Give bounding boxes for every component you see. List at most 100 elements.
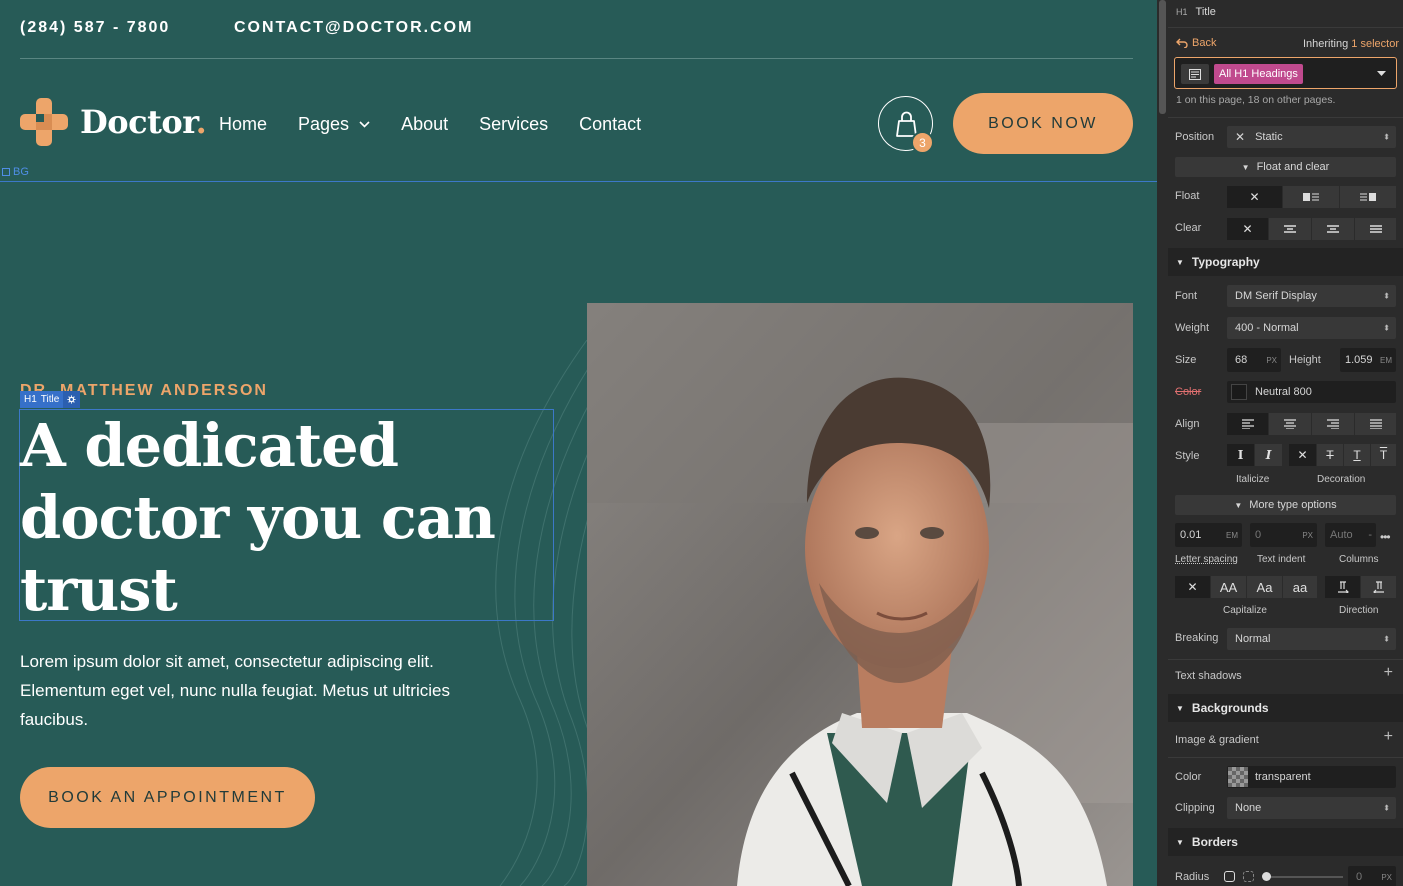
- nav-contact[interactable]: Contact: [579, 114, 641, 135]
- overline-icon: T: [1379, 448, 1388, 462]
- selector-type-icon[interactable]: [1181, 64, 1209, 84]
- lowercase-button[interactable]: aa: [1283, 576, 1317, 598]
- float-right-icon: [1360, 193, 1376, 201]
- breaking-select[interactable]: Normal ⬍: [1227, 628, 1396, 650]
- add-text-shadow-plus-icon[interactable]: +: [1384, 664, 1393, 682]
- columns-label: Columns: [1339, 554, 1379, 565]
- more-options-icon[interactable]: •••: [1380, 530, 1391, 544]
- background-color-field[interactable]: transparent: [1227, 766, 1396, 788]
- float-left-button[interactable]: [1283, 186, 1339, 208]
- borders-section-header[interactable]: ▼ Borders: [1168, 828, 1403, 856]
- align-right-button[interactable]: [1312, 413, 1354, 435]
- float-clear-toggle[interactable]: ▼ Float and clear: [1175, 157, 1396, 177]
- overline-button[interactable]: T: [1371, 444, 1396, 466]
- clear-right-button[interactable]: [1312, 218, 1354, 240]
- clear-both-button[interactable]: [1355, 218, 1396, 240]
- nav-home[interactable]: Home: [219, 114, 267, 135]
- email-link[interactable]: CONTACT@DOCTOR.COM: [234, 19, 473, 37]
- inheriting-info[interactable]: Inheriting 1 selector: [1303, 38, 1399, 50]
- selector-field[interactable]: All H1 Headings: [1174, 57, 1397, 89]
- gear-icon[interactable]: [63, 391, 81, 408]
- line-height-input[interactable]: 1.059 EM: [1340, 348, 1396, 372]
- columns-input[interactable]: Auto -: [1325, 523, 1376, 547]
- decoration-caption: Decoration: [1317, 474, 1366, 485]
- selector-usage-note: 1 on this page, 18 on other pages.: [1176, 94, 1336, 106]
- close-icon: ✕: [1187, 580, 1198, 594]
- align-justify-button[interactable]: [1355, 413, 1396, 435]
- weight-select[interactable]: 400 - Normal ⬍: [1227, 317, 1396, 339]
- clear-none-button[interactable]: ✕: [1227, 218, 1268, 240]
- hero-headline[interactable]: A dedicated doctor you can trust: [20, 410, 540, 626]
- caret-down-icon: ▼: [1176, 703, 1184, 713]
- canvas-scrollbar[interactable]: [1157, 0, 1168, 886]
- align-center-button[interactable]: [1269, 413, 1311, 435]
- radius-label: Radius: [1175, 871, 1210, 883]
- font-label: Font: [1175, 290, 1198, 302]
- color-label: Color: [1175, 386, 1202, 398]
- design-canvas[interactable]: (284) 587 - 7800 CONTACT@DOCTOR.COM Doct…: [0, 0, 1157, 886]
- book-now-button[interactable]: BOOK NOW: [953, 93, 1133, 154]
- direction-ltr-button[interactable]: [1325, 576, 1360, 598]
- roman-i-icon: I: [1237, 448, 1244, 462]
- align-left-button[interactable]: [1227, 413, 1268, 435]
- selector-chip[interactable]: All H1 Headings: [1214, 64, 1303, 84]
- transparent-swatch[interactable]: [1228, 767, 1248, 787]
- underline-button[interactable]: T: [1344, 444, 1370, 466]
- typography-section-header[interactable]: ▼ Typography: [1168, 248, 1403, 276]
- selected-element-tag[interactable]: H1 Title: [20, 391, 81, 408]
- add-background-plus-icon[interactable]: +: [1384, 728, 1393, 746]
- direction-rtl-button[interactable]: [1361, 576, 1396, 598]
- text-shadows-label: Text shadows: [1175, 670, 1242, 682]
- case-none-button[interactable]: ✕: [1175, 576, 1210, 598]
- text-indent-label: Text indent: [1257, 554, 1306, 565]
- weight-label: Weight: [1175, 322, 1210, 334]
- clear-left-button[interactable]: [1269, 218, 1311, 240]
- bg-element-label[interactable]: BG: [2, 166, 29, 178]
- nav-services[interactable]: Services: [479, 114, 548, 135]
- strikethrough-button[interactable]: T: [1317, 444, 1343, 466]
- color-swatch[interactable]: [1231, 384, 1247, 400]
- brand-logo-text[interactable]: Doctor.: [80, 103, 207, 141]
- canvas-scrollbar-thumb[interactable]: [1159, 0, 1166, 114]
- radius-input[interactable]: 0 PX: [1348, 866, 1396, 886]
- caret-down-icon[interactable]: [1377, 71, 1386, 77]
- updown-caret-icon: ⬍: [1383, 634, 1390, 644]
- nav-pages[interactable]: Pages: [298, 114, 370, 135]
- back-button[interactable]: Back: [1176, 37, 1216, 49]
- font-select[interactable]: DM Serif Display ⬍: [1227, 285, 1396, 307]
- uniform-radius-icon[interactable]: [1224, 871, 1235, 882]
- italic-off-button[interactable]: I: [1227, 444, 1254, 466]
- radius-slider-thumb[interactable]: [1262, 872, 1271, 881]
- individual-radius-icon[interactable]: [1243, 871, 1254, 882]
- style-label: Style: [1175, 450, 1200, 462]
- phone-link[interactable]: (284) 587 - 7800: [20, 19, 170, 36]
- heading-level-badge: H1: [1176, 7, 1188, 17]
- lowercase-icon: aa: [1292, 579, 1308, 595]
- chevron-down-icon: [359, 121, 370, 128]
- radius-slider-track[interactable]: [1263, 876, 1343, 878]
- text-color-field[interactable]: Neutral 800: [1227, 381, 1396, 403]
- uppercase-button[interactable]: AA: [1211, 576, 1246, 598]
- decoration-none-button[interactable]: ✕: [1289, 444, 1316, 466]
- align-center-icon: [1284, 419, 1296, 429]
- position-select[interactable]: ✕ Static ⬍: [1227, 126, 1396, 148]
- nav-about[interactable]: About: [401, 114, 448, 135]
- clipping-select[interactable]: None ⬍: [1227, 797, 1396, 819]
- size-input[interactable]: 68 PX: [1227, 348, 1281, 372]
- capitalize-button[interactable]: Aa: [1247, 576, 1282, 598]
- letter-spacing-input[interactable]: 0.01 EM: [1175, 523, 1242, 547]
- float-label: Float: [1175, 190, 1200, 202]
- more-type-options-toggle[interactable]: ▼ More type options: [1175, 495, 1396, 515]
- float-none-button[interactable]: ✕: [1227, 186, 1282, 208]
- align-left-icon: [1241, 419, 1254, 429]
- uppercase-icon: AA: [1219, 579, 1238, 595]
- italic-on-button[interactable]: I: [1255, 444, 1282, 466]
- position-label: Position: [1175, 131, 1215, 143]
- float-right-button[interactable]: [1340, 186, 1396, 208]
- book-appointment-button[interactable]: BOOK AN APPOINTMENT: [20, 767, 315, 828]
- medical-cross-logo-icon[interactable]: [20, 98, 68, 146]
- backgrounds-section-header[interactable]: ▼ Backgrounds: [1168, 694, 1403, 722]
- cart-count-badge: 3: [911, 131, 934, 154]
- inheriting-label: Inheriting: [1302, 38, 1349, 50]
- text-indent-input[interactable]: 0 PX: [1250, 523, 1317, 547]
